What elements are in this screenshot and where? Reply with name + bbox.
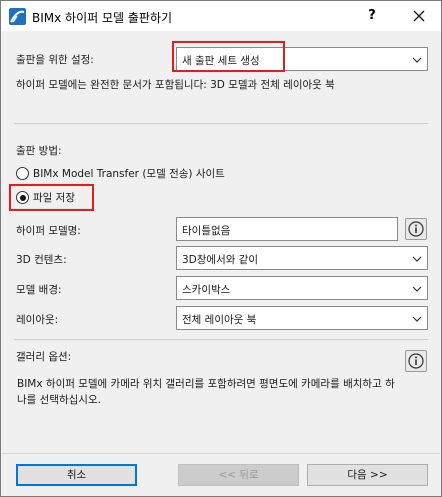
chevron-down-icon bbox=[412, 316, 422, 322]
content-3d-label: 3D 컨텐츠: bbox=[16, 254, 67, 266]
radio-bimx-transfer-label[interactable]: BIMx Model Transfer (모델 전송) 사이트 bbox=[33, 166, 225, 181]
back-button[interactable]: << 뒤로 bbox=[178, 464, 299, 486]
layouts-label: 레이아웃: bbox=[16, 314, 59, 326]
model-name-label: 하이퍼 모델명: bbox=[16, 225, 81, 237]
chevron-down-icon bbox=[412, 57, 422, 63]
model-name-info-button[interactable] bbox=[405, 218, 427, 240]
close-button[interactable] bbox=[406, 4, 432, 28]
publish-dialog: BIMx 하이퍼 모델 출판하기 ? 출판을 위한 설정: 새 출판 세트 생성… bbox=[0, 0, 442, 497]
background-label: 모델 배경: bbox=[16, 284, 62, 296]
gallery-options-label: 갤러리 옵션: bbox=[16, 351, 72, 363]
archicad-app-icon bbox=[9, 8, 26, 25]
radio-bimx-transfer[interactable] bbox=[16, 167, 29, 180]
layouts-dropdown[interactable]: 전체 레이아웃 북 bbox=[176, 306, 428, 330]
content-3d-dropdown[interactable]: 3D창에서와 같이 bbox=[176, 246, 428, 270]
layouts-value: 전체 레이아웃 북 bbox=[182, 314, 257, 326]
gallery-description: BIMx 하이퍼 모델에 카메라 위치 갤러리를 포함하려면 평면도에 카메라를… bbox=[17, 378, 395, 406]
divider bbox=[14, 339, 428, 340]
background-value: 스카이박스 bbox=[182, 284, 231, 296]
close-icon bbox=[413, 10, 425, 22]
background-dropdown[interactable]: 스카이박스 bbox=[176, 276, 428, 300]
cancel-button[interactable]: 취소 bbox=[16, 464, 137, 486]
info-icon bbox=[408, 221, 424, 237]
divider bbox=[14, 123, 428, 124]
model-name-input[interactable]: 타이틀없음 bbox=[176, 217, 398, 241]
save-file-highlight bbox=[9, 184, 94, 211]
publish-settings-description: 하이퍼 모델에는 완전한 문서가 포함됩니다: 3D 모델과 전체 레이아웃 북 bbox=[16, 79, 335, 91]
info-icon bbox=[408, 353, 424, 369]
publish-settings-label: 출판을 위한 설정: bbox=[16, 54, 94, 66]
model-name-value: 타이틀없음 bbox=[182, 225, 231, 237]
publish-method-label: 출판 방법: bbox=[16, 145, 62, 157]
help-button[interactable]: ? bbox=[359, 4, 385, 28]
window-title: BIMx 하이퍼 모델 출판하기 bbox=[32, 11, 173, 25]
content-3d-value: 3D창에서와 같이 bbox=[182, 254, 259, 266]
title-bar: BIMx 하이퍼 모델 출판하기 ? bbox=[1, 1, 441, 31]
next-button[interactable]: 다음 >> bbox=[307, 464, 428, 486]
chevron-down-icon bbox=[412, 256, 422, 262]
chevron-down-icon bbox=[412, 286, 422, 292]
publish-settings-highlight bbox=[172, 41, 285, 72]
footer-divider bbox=[2, 453, 440, 454]
dialog-body: 출판을 위한 설정: 새 출판 세트 생성 하이퍼 모델에는 완전한 문서가 포… bbox=[2, 31, 440, 496]
gallery-info-button[interactable] bbox=[405, 350, 427, 372]
